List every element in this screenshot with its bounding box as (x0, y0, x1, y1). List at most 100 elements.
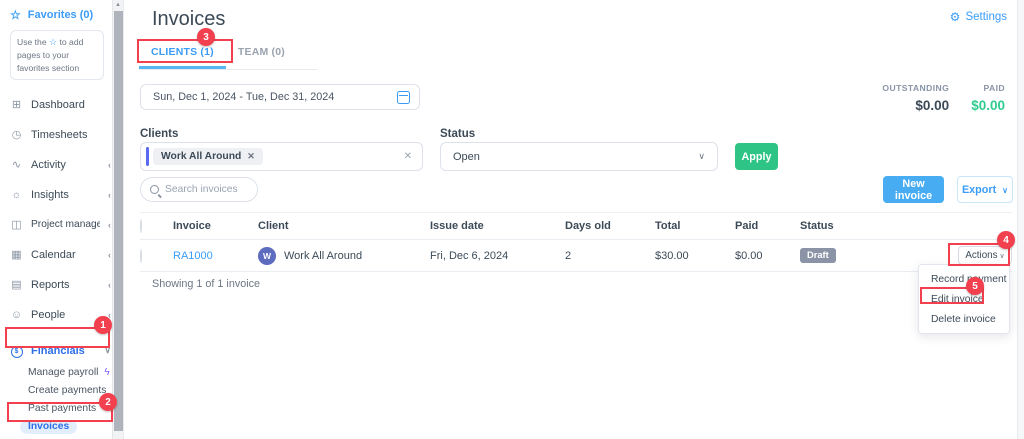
outstanding-value: $0.00 (915, 98, 950, 113)
settings-label: Settings (965, 11, 1007, 23)
search-input[interactable] (165, 184, 248, 195)
search-icon (150, 185, 159, 194)
days-old-cell: 2 (565, 249, 572, 262)
favorites-label: Favorites (0) (27, 9, 94, 21)
clients-multiselect[interactable]: Work All Around ✕ ✕ (140, 142, 423, 171)
paid-cell: $0.00 (735, 249, 763, 262)
sidebar-item-label: Dashboard (31, 98, 85, 111)
sidebar-item-project-management[interactable]: ◫ Project management ‹ (0, 210, 123, 240)
client-tag[interactable]: Work All Around ✕ (153, 148, 263, 165)
clock-icon: ◷ (11, 129, 22, 142)
status-select[interactable]: Open ∨ (440, 142, 718, 171)
chevron-down-icon: ∨ (1002, 185, 1009, 195)
tab-team[interactable]: TEAM (0) (226, 40, 297, 69)
sidebar: ☆ Favorites (0) Use the ☆ to add pages t… (0, 0, 124, 439)
status-badge: Draft (800, 248, 836, 263)
sidebar-subitem-label: Create payments (28, 385, 107, 397)
sidebar-item-label: Activity (31, 158, 66, 171)
sidebar-item-calendar[interactable]: ▦ Calendar ‹ (0, 240, 123, 270)
favorites-hint-text: Use the (17, 37, 47, 47)
sidebar-item-label: Insights (31, 188, 69, 201)
report-icon: ▤ (11, 279, 22, 292)
column-header-total: Total (655, 220, 681, 232)
sidebar-item-reports[interactable]: ▤ Reports ‹ (0, 270, 123, 300)
clients-filter-label: Clients (140, 128, 179, 140)
person-icon: ☺ (10, 308, 23, 321)
sidebar-subitem-label: Past payments (28, 403, 97, 415)
scrollbar-thumb[interactable] (114, 11, 123, 431)
sidebar-item-label: Project management (31, 219, 100, 231)
column-header-days-old: Days old (565, 220, 611, 232)
total-cell: $30.00 (655, 249, 689, 262)
clear-all-icon[interactable]: ✕ (404, 151, 412, 162)
invoice-link[interactable]: RA1000 (173, 250, 258, 262)
paid-value: $0.00 (971, 98, 1005, 113)
tab-bar: CLIENTS (1) TEAM (0) (139, 40, 317, 70)
client-cell: W Work All Around (258, 246, 430, 265)
sidebar-item-insights[interactable]: ☼ Insights ‹ (0, 180, 123, 210)
sidebar-item-activity[interactable]: ∿ Activity ‹ (0, 150, 123, 180)
activity-icon: ∿ (11, 159, 22, 172)
remove-tag-icon[interactable]: ✕ (247, 151, 255, 162)
date-range-input[interactable]: Sun, Dec 1, 2024 - Tue, Dec 31, 2024 (140, 84, 420, 110)
tag-group-accent (146, 147, 149, 166)
row-checkbox[interactable] (140, 248, 142, 263)
outstanding-block: OUTSTANDING $0.00 (882, 83, 949, 113)
date-range-value: Sun, Dec 1, 2024 - Tue, Dec 31, 2024 (153, 91, 335, 103)
menu-item-edit-invoice[interactable]: Edit invoice (919, 289, 1009, 309)
sidebar-item-label: Timesheets (31, 128, 88, 141)
sidebar-subitem-invoices[interactable]: Invoices (0, 418, 123, 436)
tab-clients[interactable]: CLIENTS (1) (139, 40, 226, 69)
dashboard-icon: ⊞ (11, 99, 22, 112)
chevron-down-icon: ∨ (698, 151, 705, 161)
sidebar-item-label: Financials (31, 344, 85, 357)
search-box[interactable] (140, 177, 258, 202)
outstanding-label: OUTSTANDING (882, 83, 950, 93)
actions-dropdown-menu: Record payment Edit invoice Delete invoi… (918, 264, 1010, 334)
sidebar-item-dashboard[interactable]: ⊞ Dashboard (0, 90, 123, 120)
table-header-row: Invoice Client Issue date Days old Total… (140, 212, 1012, 240)
calendar-icon: ▦ (11, 249, 22, 262)
favorites-hint: Use the ☆ to add pages to your favorites… (10, 30, 104, 80)
chevron-down-icon: ∨ (999, 253, 1005, 260)
sidebar-item-timesheets[interactable]: ◷ Timesheets (0, 120, 123, 150)
scroll-up-icon: ▲ (115, 2, 121, 8)
sidebar-item-label: People (31, 308, 66, 321)
sidebar-item-financials[interactable]: $ Financials ∨ (0, 338, 123, 364)
table-footer-count: Showing 1 of 1 invoice (152, 278, 261, 290)
sidebar-subitem-label: Manage payroll (28, 367, 99, 379)
actions-label: Actions (965, 250, 998, 261)
column-header-status: Status (800, 220, 834, 232)
sidebar-subitem-label: Invoices (20, 419, 78, 434)
favorites-header[interactable]: ☆ Favorites (0) (0, 0, 123, 26)
calendar-icon[interactable] (397, 90, 410, 104)
sidebar-subitem-past-payments[interactable]: Past payments (0, 400, 123, 418)
main-content: Invoices ⚙ Settings CLIENTS (1) TEAM (0)… (125, 0, 1017, 439)
menu-item-record-payment[interactable]: Record payment (919, 269, 1009, 289)
settings-link[interactable]: ⚙ Settings (950, 10, 1007, 24)
status-selected-value: Open (453, 150, 480, 163)
column-header-client: Client (258, 220, 289, 232)
paid-block: PAID $0.00 (971, 83, 1005, 113)
new-invoice-button[interactable]: New invoice (883, 176, 944, 203)
sidebar-subitem-create-payments[interactable]: Create payments (0, 382, 123, 400)
table-row: RA1000 W Work All Around Fri, Dec 6, 202… (140, 240, 1012, 272)
paid-label: PAID (983, 83, 1005, 93)
page-scrollbar[interactable] (1017, 0, 1024, 439)
dollar-circle-icon: $ (10, 344, 23, 358)
invoices-table: Invoice Client Issue date Days old Total… (140, 212, 1012, 272)
sidebar-subitem-manage-payroll[interactable]: Manage payroll ϟ (0, 364, 123, 382)
export-button[interactable]: Export ∨ (957, 176, 1013, 203)
actions-button[interactable]: Actions ∨ (958, 246, 1012, 265)
issue-date-cell: Fri, Dec 6, 2024 (430, 249, 509, 262)
status-filter-label: Status (440, 128, 476, 140)
app-window: ☆ Favorites (0) Use the ☆ to add pages t… (0, 0, 1024, 439)
select-all-checkbox[interactable] (140, 219, 142, 233)
sidebar-item-people[interactable]: ☺ People ‹ (0, 300, 123, 330)
board-icon: ◫ (11, 219, 22, 232)
menu-item-delete-invoice[interactable]: Delete invoice (919, 309, 1009, 329)
star-icon: ☆ (10, 8, 21, 22)
column-header-issue-date: Issue date (430, 220, 484, 232)
sidebar-scrollbar[interactable]: ▲ (112, 0, 123, 439)
apply-button[interactable]: Apply (735, 143, 778, 170)
